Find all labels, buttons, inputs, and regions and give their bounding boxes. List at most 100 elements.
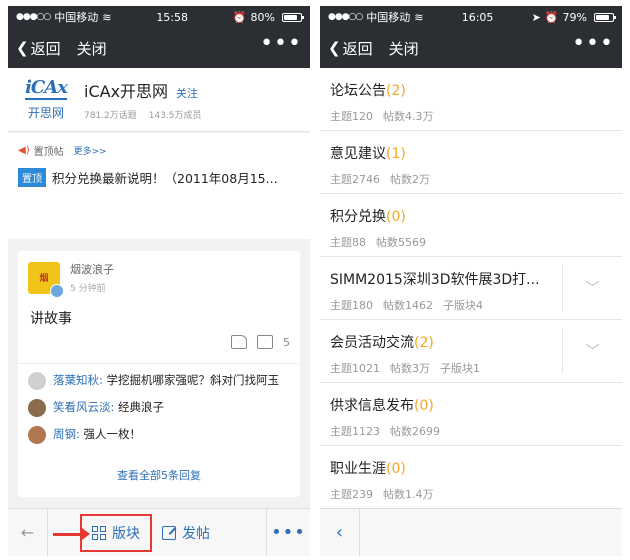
- bottom-toolbar: ← 版块 发帖 •••: [8, 508, 310, 556]
- thumbs-up-icon[interactable]: [231, 335, 247, 349]
- left-screen: ●●●○○ 中国移动 ≋ 15:58 ⏰ 80% ❮ 返回 关闭 ••• iCA…: [8, 6, 310, 556]
- board-topic-count: 主题88: [330, 236, 366, 249]
- avatar[interactable]: 烟: [28, 261, 64, 298]
- clock: 15:58: [156, 10, 189, 24]
- board-row[interactable]: 意见建议(1) 主题2746 帖数2万: [320, 131, 622, 194]
- post-time: 5 分钟前: [70, 284, 106, 294]
- logo-mark: iCAx: [25, 77, 68, 100]
- reply-text: 经典浪子: [114, 400, 165, 414]
- back-arrow-button[interactable]: ‹: [320, 509, 360, 556]
- board-post-count: 帖数4.3万: [383, 110, 434, 123]
- post-title[interactable]: 讲故事: [18, 294, 300, 328]
- board-new-count: (0): [386, 461, 406, 477]
- chevron-left-icon: ❮: [16, 39, 29, 57]
- board-list: 论坛公告(2) 主题120 帖数4.3万 意见建议(1) 主题2746 帖数2万 积分兑换(…: [320, 68, 622, 509]
- reply-avatar[interactable]: [28, 426, 46, 444]
- board-new-count: (0): [386, 209, 406, 225]
- reply-author[interactable]: 笑看风云淡:: [53, 400, 114, 414]
- chevron-down-icon: ﹀: [585, 344, 600, 360]
- board-row[interactable]: SIMM2015深圳3D软件展3D打... 主题180 帖数1462 子版块4 ﹀: [320, 257, 622, 320]
- battery-percent: 80%: [250, 10, 275, 24]
- signal-icon: ●●●○○: [328, 12, 363, 22]
- edit-icon: [162, 525, 176, 540]
- board-title: 会员活动交流: [330, 335, 414, 351]
- back-button[interactable]: ❮ 返回: [328, 38, 373, 59]
- expand-button[interactable]: ﹀: [562, 265, 622, 311]
- board-name: 积分兑换(0): [330, 206, 560, 226]
- pinned-section: ◀) 置顶帖 更多>> 置顶 积分兑换最新说明！（2011年08月15...: [8, 133, 310, 239]
- board-topic-count: 主题1123: [330, 425, 380, 438]
- toolbar-more-button[interactable]: •••: [266, 509, 310, 556]
- expand-button[interactable]: ﹀: [562, 328, 622, 374]
- board-topic-count: 主题180: [330, 299, 373, 312]
- annotation-arrow-icon: [53, 528, 90, 540]
- close-button[interactable]: 关闭: [389, 38, 419, 59]
- comment-count: 5: [283, 335, 290, 349]
- more-button[interactable]: •••: [260, 33, 302, 57]
- chevron-left-icon: ‹: [335, 522, 344, 543]
- more-pinned-link[interactable]: 更多>>: [74, 144, 107, 157]
- board-topic-count: 主题239: [330, 488, 373, 501]
- carrier: 中国移动: [54, 11, 99, 24]
- board-name: 会员活动交流(2): [330, 332, 560, 352]
- board-post-count: 帖数5569: [376, 236, 426, 249]
- back-arrow-button[interactable]: ←: [8, 509, 48, 556]
- back-label: 返回: [30, 39, 61, 58]
- board-row[interactable]: 积分兑换(0) 主题88 帖数5569: [320, 194, 622, 257]
- board-post-count: 帖数2699: [390, 425, 440, 438]
- board-row[interactable]: 职业生涯(0) 主题239 帖数1.4万: [320, 446, 622, 509]
- nav-bar: ❮ 返回 关闭 •••: [8, 28, 310, 68]
- new-post-label: 发帖: [182, 525, 210, 542]
- board-new-count: (0): [414, 398, 434, 414]
- pinned-post[interactable]: 置顶 积分兑换最新说明！（2011年08月15...: [18, 168, 300, 187]
- battery-percent: 79%: [562, 10, 587, 24]
- comment-icon[interactable]: [257, 331, 273, 349]
- arrow-left-icon: ←: [20, 523, 35, 542]
- reply-list: 落葉知秋: 学挖掘机哪家强呢？斜对门找阿玉 笑看风云淡: 经典浪子 周钢: 强人…: [18, 363, 300, 453]
- right-screen: ●●●○○ 中国移动 ≋ 16:05 ➤ ⏰ 79% ❮ 返回 关闭 ••• 论…: [320, 6, 622, 556]
- carrier: 中国移动: [366, 11, 411, 24]
- reply-avatar[interactable]: [28, 372, 46, 390]
- board-title: 职业生涯: [330, 461, 386, 477]
- topic-count: 781.2万话题: [84, 111, 137, 121]
- user-badge-icon: [50, 283, 64, 298]
- board-name: SIMM2015深圳3D软件展3D打...: [330, 269, 560, 289]
- follow-button[interactable]: 关注: [176, 85, 198, 101]
- post-card[interactable]: 烟 烟波浪子 5 分钟前 讲故事 5 落葉知秋: 学挖掘机哪家强呢？斜对门找阿玉…: [18, 251, 300, 497]
- back-button[interactable]: ❮ 返回: [16, 38, 61, 59]
- signal-icon: ●●●○○: [16, 12, 51, 22]
- board-new-count: (1): [386, 146, 406, 162]
- board-topic-count: 主题2746: [330, 173, 380, 186]
- board-name: 供求信息发布(0): [330, 395, 560, 415]
- board-row[interactable]: 会员活动交流(2) 主题1021 帖数3万 子版块1 ﹀: [320, 320, 622, 383]
- reply-item: 周钢: 强人一枚！: [28, 426, 290, 444]
- logo-sub: 开思网: [27, 106, 64, 120]
- board-new-count: (2): [414, 335, 434, 351]
- nav-bar: ❮ 返回 关闭 •••: [320, 28, 622, 68]
- board-row[interactable]: 供求信息发布(0) 主题1123 帖数2699: [320, 383, 622, 446]
- reply-avatar[interactable]: [28, 399, 46, 417]
- wifi-icon: ≋: [102, 10, 112, 24]
- location-icon: ➤: [531, 10, 541, 24]
- board-topic-count: 主题120: [330, 110, 373, 123]
- reply-author[interactable]: 落葉知秋:: [53, 373, 103, 387]
- more-button[interactable]: •••: [572, 33, 614, 57]
- board-title: SIMM2015深圳3D软件展3D打...: [330, 272, 540, 288]
- board-button[interactable]: 版块: [80, 513, 152, 552]
- close-button[interactable]: 关闭: [77, 38, 107, 59]
- board-title: 意见建议: [330, 146, 386, 162]
- board-topic-count: 主题1021: [330, 362, 380, 375]
- forum-title: iCAx开思网: [84, 82, 169, 101]
- alarm-icon: ⏰: [232, 10, 247, 24]
- member-count: 143.5万成员: [148, 111, 202, 121]
- chevron-left-icon: ❮: [328, 39, 341, 57]
- board-title: 论坛公告: [330, 83, 386, 99]
- board-label: 版块: [112, 525, 140, 542]
- reply-author[interactable]: 周钢:: [53, 427, 80, 441]
- board-row[interactable]: 论坛公告(2) 主题120 帖数4.3万: [320, 68, 622, 131]
- new-post-button[interactable]: 发帖: [152, 523, 220, 543]
- wifi-icon: ≋: [414, 10, 424, 24]
- view-all-replies-link[interactable]: 查看全部5条回复: [18, 467, 300, 483]
- author-name[interactable]: 烟波浪子: [70, 261, 114, 277]
- board-name: 意见建议(1): [330, 143, 560, 163]
